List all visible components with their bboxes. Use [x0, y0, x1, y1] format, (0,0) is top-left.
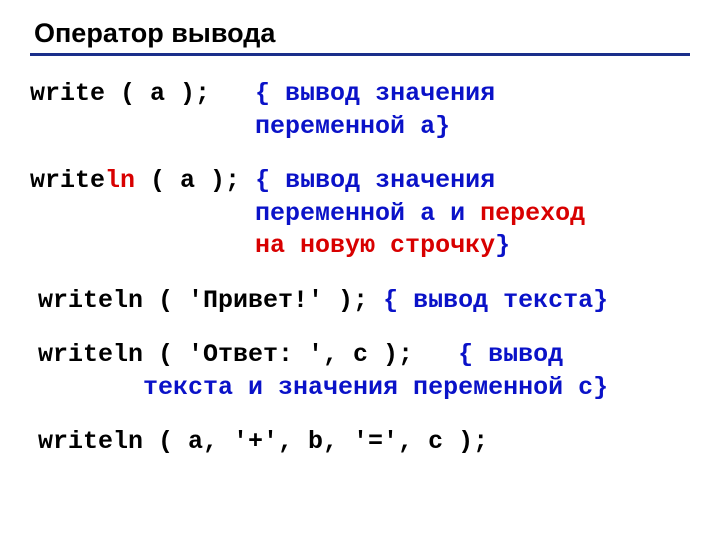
code-highlight: ln — [105, 166, 135, 195]
title-underline — [30, 53, 690, 56]
code-text: write ( a ); — [30, 79, 255, 108]
comment-text: } — [495, 231, 510, 260]
comment-text: { вывод — [458, 340, 563, 369]
code-text: writeln ( 'Привет!' ); — [38, 286, 383, 315]
code-text: ( a ); — [135, 166, 255, 195]
code-text: writeln ( 'Ответ: ', c ); — [38, 340, 458, 369]
code-example-2: writeln ( a ); { вывод значения переменн… — [30, 165, 690, 263]
code-example-4: writeln ( 'Ответ: ', c ); { вывод текста… — [38, 339, 690, 404]
comment-text: { вывод значения — [255, 166, 495, 195]
code-example-5: writeln ( a, '+', b, '=', c ); — [38, 426, 690, 459]
slide-title: Оператор вывода — [34, 18, 690, 49]
comment-text: { вывод текста} — [383, 286, 608, 315]
code-example-3: writeln ( 'Привет!' ); { вывод текста} — [38, 285, 690, 318]
comment-text: { вывод значения — [255, 79, 495, 108]
code-example-1: write ( a ); { вывод значения переменной… — [30, 78, 690, 143]
comment-text: переменной a} — [30, 112, 450, 141]
comment-text: текста и значения переменной c} — [38, 373, 608, 402]
code-text: writeln ( a, '+', b, '=', c ); — [38, 427, 488, 456]
code-highlight: на новую строчку — [30, 231, 495, 260]
comment-text: переменной a и — [30, 199, 480, 228]
code-text: write — [30, 166, 105, 195]
code-highlight: переход — [480, 199, 585, 228]
